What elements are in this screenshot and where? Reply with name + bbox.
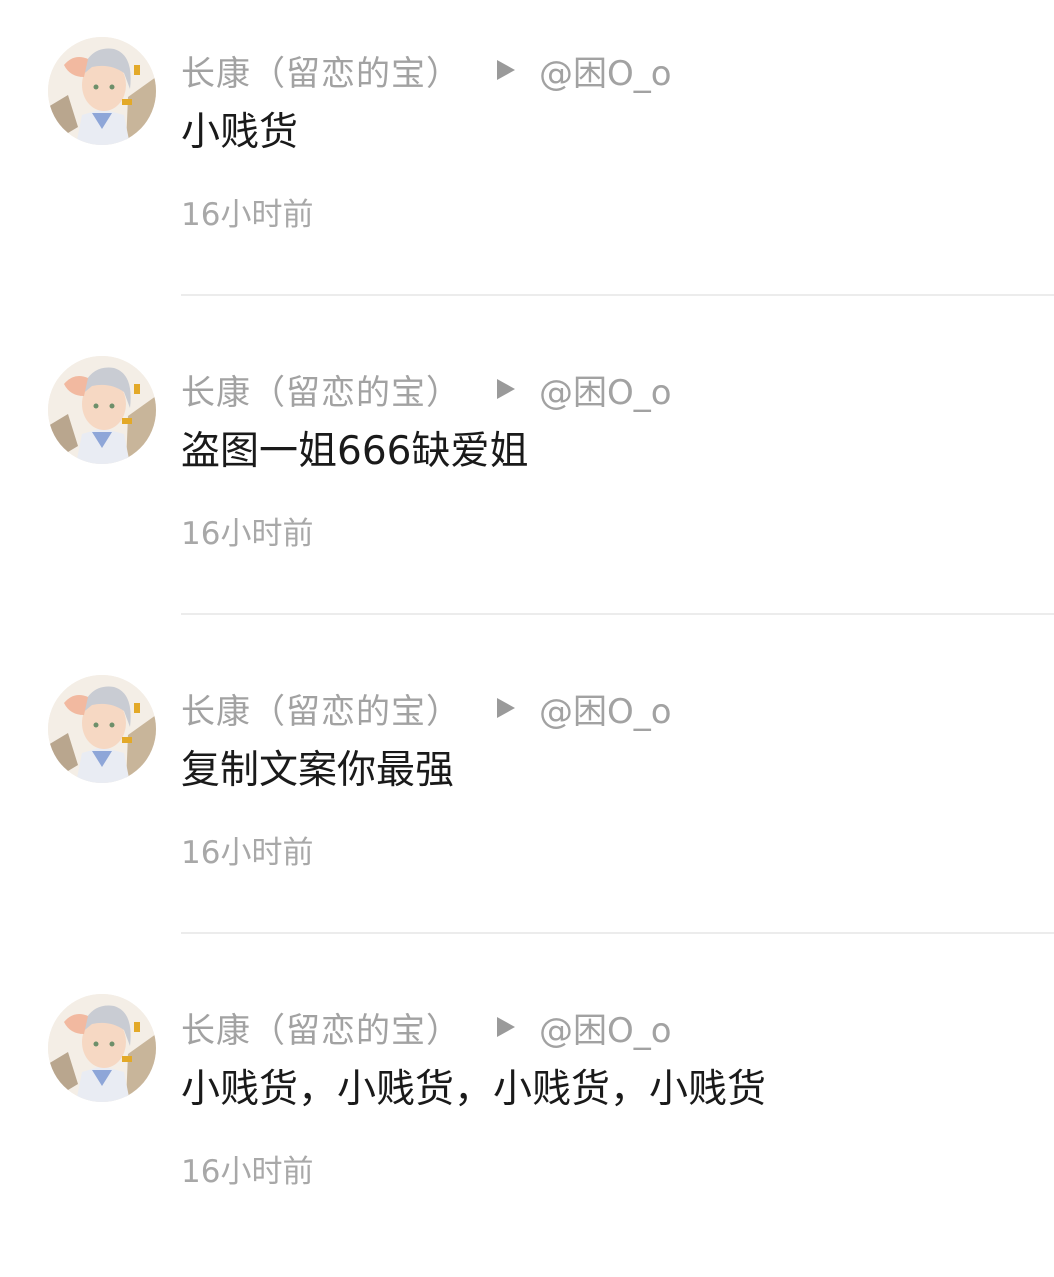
reply-to-user[interactable]: @困O_o [539, 365, 672, 414]
comment-item[interactable]: 长康（留恋的宝） @困O_o 盗图一姐666缺爱姐 16小时前 [0, 319, 1054, 639]
comment-item[interactable]: 长康（留恋的宝） @困O_o 小贱货 16小时前 [0, 0, 1054, 320]
reply-to-user[interactable]: @困O_o [539, 1003, 672, 1052]
avatar[interactable] [48, 675, 156, 783]
comment-header: 长康（留恋的宝） @困O_o [181, 684, 672, 732]
avatar-image [48, 37, 156, 145]
reply-to-user[interactable]: @困O_o [539, 684, 672, 733]
avatar[interactable] [48, 994, 156, 1102]
comment-header: 长康（留恋的宝） @困O_o [181, 1003, 672, 1051]
comment-item[interactable]: 长康（留恋的宝） @困O_o 复制文案你最强 16小时前 [0, 638, 1054, 958]
avatar-image [48, 356, 156, 464]
author-name[interactable]: 长康（留恋的宝） [181, 365, 461, 414]
comment-item[interactable]: 长康（留恋的宝） @困O_o 小贱货，小贱货，小贱货，小贱货 16小时前 [0, 957, 1054, 1277]
comment-timestamp: 16小时前 [181, 197, 314, 233]
avatar[interactable] [48, 37, 156, 145]
divider [181, 932, 1054, 934]
avatar-image [48, 994, 156, 1102]
comment-text: 盗图一姐666缺爱姐 [181, 429, 529, 474]
avatar[interactable] [48, 356, 156, 464]
author-name[interactable]: 长康（留恋的宝） [181, 46, 461, 95]
comment-text: 小贱货 [181, 110, 299, 155]
divider [181, 294, 1054, 296]
author-name[interactable]: 长康（留恋的宝） [181, 684, 461, 733]
comment-timestamp: 16小时前 [181, 516, 314, 552]
comment-text: 小贱货，小贱货，小贱货，小贱货 [181, 1067, 767, 1112]
reply-arrow-icon [497, 698, 515, 718]
comment-timestamp: 16小时前 [181, 835, 314, 871]
reply-arrow-icon [497, 1017, 515, 1037]
reply-arrow-icon [497, 60, 515, 80]
comment-header: 长康（留恋的宝） @困O_o [181, 365, 672, 413]
reply-to-user[interactable]: @困O_o [539, 46, 672, 95]
reply-arrow-icon [497, 379, 515, 399]
comment-header: 长康（留恋的宝） @困O_o [181, 46, 672, 94]
comment-timestamp: 16小时前 [181, 1154, 314, 1190]
divider [181, 613, 1054, 615]
comment-text: 复制文案你最强 [181, 748, 455, 793]
avatar-image [48, 675, 156, 783]
author-name[interactable]: 长康（留恋的宝） [181, 1003, 461, 1052]
